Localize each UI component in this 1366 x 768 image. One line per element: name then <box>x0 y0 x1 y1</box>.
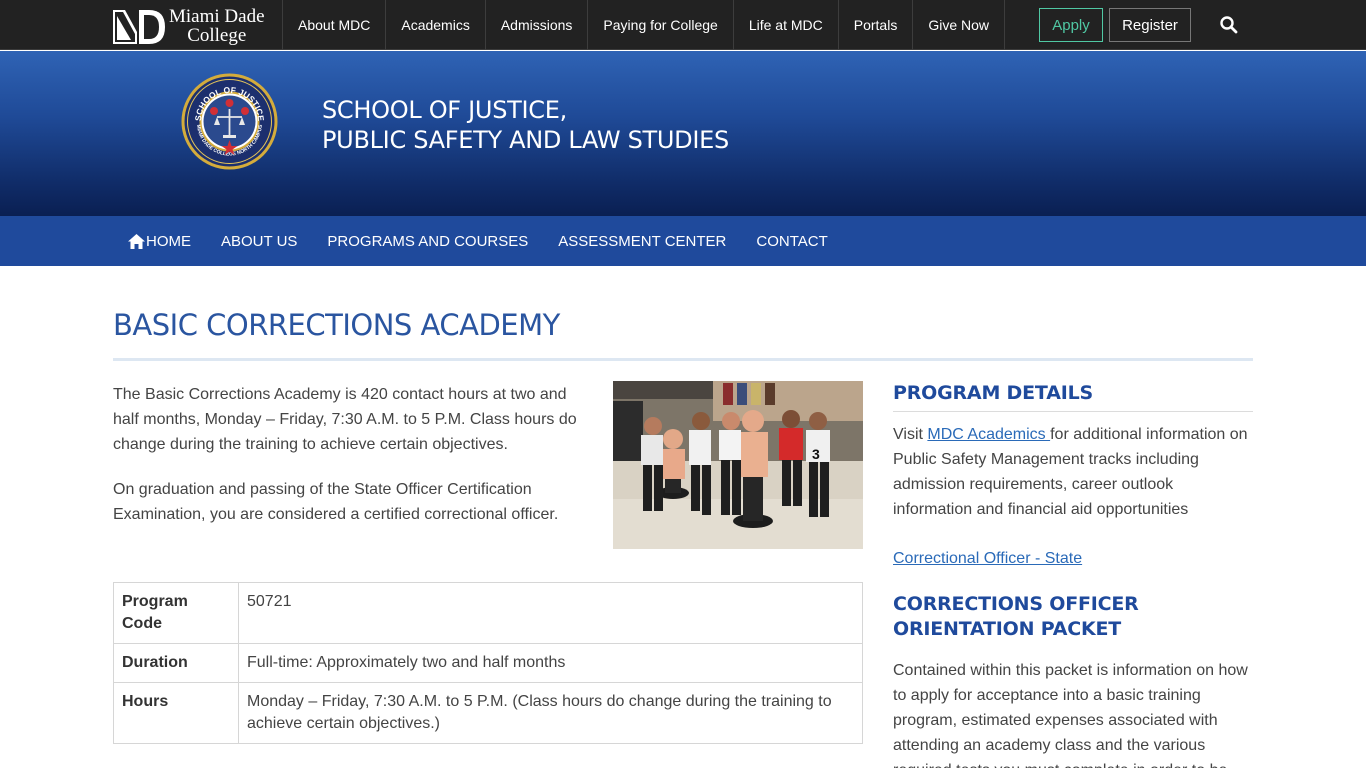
subnav-programs-and-courses[interactable]: PROGRAMS AND COURSES <box>312 216 543 266</box>
search-button[interactable] <box>1218 14 1240 36</box>
school-seal: SCHOOL OF JUSTICE MIAMI DADE COLLEGE NOR… <box>181 73 278 170</box>
school-banner: SCHOOL OF JUSTICE MIAMI DADE COLLEGE NOR… <box>0 51 1366 216</box>
intro-paragraph-2: On graduation and passing of the State O… <box>113 481 559 523</box>
page-title: BASIC CORRECTIONS ACADEMY <box>113 308 560 342</box>
subnav-home-label: HOME <box>146 232 191 250</box>
title-divider <box>113 358 1253 361</box>
training-photo: 3 <box>613 381 863 549</box>
table-key-program-code: Program Code <box>113 582 239 644</box>
program-details-text: Visit MDC Academics for additional infor… <box>893 422 1253 522</box>
correctional-officer-state-link[interactable]: Correctional Officer - State <box>893 548 1082 570</box>
svg-text:3: 3 <box>812 446 820 462</box>
table-value-program-code: 50721 <box>238 582 863 644</box>
table-key-duration: Duration <box>113 643 239 683</box>
logo-text: Miami Dade College <box>169 7 265 45</box>
justice-seal-icon: SCHOOL OF JUSTICE MIAMI DADE COLLEGE NOR… <box>181 73 278 170</box>
table-value-hours: Monday – Friday, 7:30 A.M. to 5 P.M. (Cl… <box>238 682 863 744</box>
logo-line-2: College <box>187 25 247 46</box>
table-row: Duration Full-time: Approximately two an… <box>113 643 863 683</box>
table-value-duration: Full-time: Approximately two and half mo… <box>238 643 863 683</box>
orientation-packet-heading-line-1: CORRECTIONS OFFICER <box>893 593 1139 615</box>
mdc-logo[interactable]: Miami Dade College <box>113 6 275 46</box>
mdc-logo-icon <box>113 10 165 44</box>
school-title: SCHOOL OF JUSTICE, PUBLIC SAFETY AND LAW… <box>322 95 729 155</box>
orientation-packet-text: Contained within this packet is informat… <box>893 662 1248 768</box>
search-icon <box>1220 16 1238 34</box>
home-icon <box>128 233 145 249</box>
intro-text: The Basic Corrections Academy is 420 con… <box>113 382 593 547</box>
main-nav: About MDC Academics Admissions Paying fo… <box>282 0 1006 50</box>
table-row: Program Code 50721 <box>113 582 863 644</box>
table-row: Hours Monday – Friday, 7:30 A.M. to 5 P.… <box>113 682 863 744</box>
program-details-heading: PROGRAM DETAILS <box>893 382 1093 404</box>
nav-portals[interactable]: Portals <box>837 0 913 50</box>
nav-paying-for-college[interactable]: Paying for College <box>587 0 732 50</box>
orientation-packet-heading-line-2: ORIENTATION PACKET <box>893 618 1122 640</box>
school-subnav: HOME ABOUT US PROGRAMS AND COURSES ASSES… <box>0 216 1366 266</box>
top-bar: Miami Dade College About MDC Academics A… <box>0 0 1366 50</box>
apply-button[interactable]: Apply <box>1039 8 1103 42</box>
sidebar-divider <box>893 411 1253 412</box>
subnav-about-us[interactable]: ABOUT US <box>206 216 312 266</box>
nav-academics[interactable]: Academics <box>385 0 484 50</box>
table-key-hours: Hours <box>113 682 239 744</box>
mdc-academics-link[interactable]: MDC Academics <box>927 426 1050 443</box>
subnav-home[interactable]: HOME <box>113 216 206 266</box>
register-button[interactable]: Register <box>1109 8 1191 42</box>
visit-prefix: Visit <box>893 426 928 443</box>
training-photo-image: 3 <box>613 381 863 549</box>
school-title-line-2: PUBLIC SAFETY AND LAW STUDIES <box>322 126 729 154</box>
subnav-assessment-center[interactable]: ASSESSMENT CENTER <box>543 216 741 266</box>
nav-life-at-mdc[interactable]: Life at MDC <box>732 0 838 50</box>
orientation-packet-heading: CORRECTIONS OFFICER ORIENTATION PACKET <box>893 592 1139 642</box>
program-info-table: Program Code 50721 Duration Full-time: A… <box>113 582 863 744</box>
logo-line-1: Miami Dade <box>169 6 265 27</box>
nav-admissions[interactable]: Admissions <box>484 0 588 50</box>
nav-about-mdc[interactable]: About MDC <box>282 0 385 50</box>
subnav-contact[interactable]: CONTACT <box>741 216 842 266</box>
intro-paragraph-1: The Basic Corrections Academy is 420 con… <box>113 386 577 453</box>
nav-give-now[interactable]: Give Now <box>912 0 1006 50</box>
school-title-line-1: SCHOOL OF JUSTICE, <box>322 96 567 124</box>
